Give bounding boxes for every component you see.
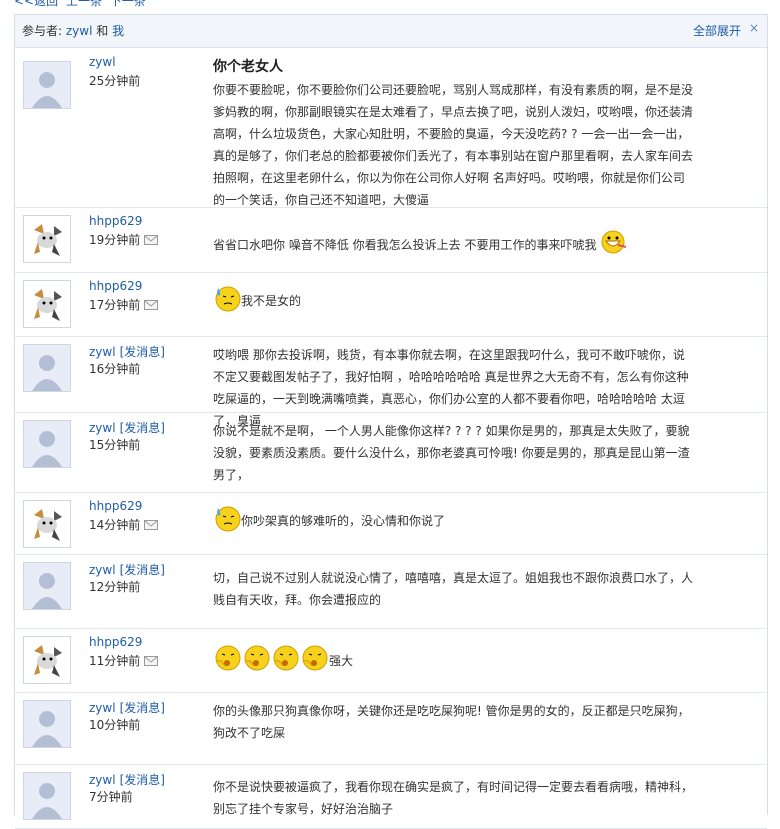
- envelope-icon[interactable]: [144, 519, 159, 533]
- dog-avatar-icon: [24, 637, 70, 683]
- message-text: 你说不是就不是啊， 一个人男人能像你这样? ? ? ? 如果你是男的，那真是太失…: [213, 424, 690, 482]
- message-username[interactable]: zywl [发消息]: [89, 699, 165, 716]
- participant-me-link[interactable]: 我: [112, 24, 124, 38]
- message-time: 10分钟前: [89, 718, 141, 732]
- message-content: 你说不是就不是啊， 一个人男人能像你这样? ? ? ? 如果你是男的，那真是太失…: [213, 420, 693, 486]
- close-icon[interactable]: ×: [749, 12, 759, 44]
- message-username[interactable]: zywl [发消息]: [89, 561, 165, 578]
- avatar-default[interactable]: [23, 562, 71, 610]
- message-username[interactable]: zywl [发消息]: [89, 771, 165, 788]
- envelope-icon[interactable]: [144, 234, 159, 248]
- message-item: zywl [发消息] 7分钟前 你不是说快要被逼疯了，我看你现在确实是疯了，有时间…: [15, 764, 767, 829]
- message-content: 你的头像那只狗真像你呀，关键你还是吃吃屎狗呢! 管你是男的女的，反正都是只吃屎狗…: [213, 700, 693, 744]
- participants: 参与者: zywl 和 我: [22, 15, 124, 47]
- message-time: 12分钟前: [89, 580, 141, 594]
- message-text: 切，自己说不过别人就说没心情了，嘻嘻嘻，真是太逗了。姐姐我也不跟你浪费口水了，人…: [213, 571, 694, 607]
- avatar-dog[interactable]: [23, 500, 71, 548]
- message-item: zywl [发消息] 12分钟前 切，自己说不过别人就说没心情了，嘻嘻嘻，真是太逗…: [15, 554, 767, 629]
- default-avatar-icon: [24, 62, 70, 108]
- avatar-dog[interactable]: [23, 636, 71, 684]
- conversation-header: 参与者: zywl 和 我 全部展开 ×: [15, 15, 767, 48]
- send-message-link[interactable]: [发消息]: [120, 421, 165, 435]
- envelope-icon[interactable]: [144, 299, 159, 313]
- send-message-link[interactable]: [发消息]: [120, 345, 165, 359]
- avatar-default[interactable]: [23, 344, 71, 392]
- message-username[interactable]: hhpp629: [89, 214, 142, 228]
- message-time: 17分钟前: [89, 296, 159, 313]
- next-link[interactable]: 下一条: [110, 0, 146, 8]
- message-time: 11分钟前: [89, 652, 159, 669]
- envelope-icon[interactable]: [144, 655, 159, 669]
- message-text: 强大: [329, 654, 354, 668]
- avatar-default[interactable]: [23, 61, 71, 109]
- conversation-panel: 参与者: zywl 和 我 全部展开 × zywl 25分钟前 你个老女人 你要…: [14, 14, 768, 829]
- prev-link[interactable]: 上一条: [66, 0, 102, 8]
- back-link[interactable]: <<返回: [14, 0, 58, 8]
- default-avatar-icon: [24, 421, 70, 467]
- message-text: 你吵架真的够难听的，没心情和你说了: [241, 514, 446, 528]
- message-title: 你个老女人: [213, 59, 283, 75]
- clap-emoticon-icon: [242, 644, 271, 679]
- message-content: 我不是女的: [213, 284, 693, 319]
- clap-emoticon-icon: [300, 644, 329, 679]
- message-text: 你的头像那只狗真像你呀，关键你还是吃吃屎狗呢! 管你是男的女的，反正都是只吃屎狗…: [213, 704, 690, 740]
- top-nav: <<返回 上一条 下一条: [14, 0, 150, 8]
- message-content: 你个老女人 你要不要脸呢，你不要脸你们公司还要脸呢，骂别人骂成那样，有没有素质的…: [213, 57, 693, 211]
- message-content: 省省口水吧你 噪音不降低 你看我怎么投诉上去 不要用工作的事来吓唬我: [213, 229, 693, 262]
- dog-avatar-icon: [24, 216, 70, 262]
- message-time: 14分钟前: [89, 516, 159, 533]
- participants-and: 和: [96, 24, 109, 38]
- avatar-dog[interactable]: [23, 280, 71, 328]
- message-item: hhpp629 19分钟前 省省口水吧你 噪音不降低 你看我怎么投诉上去 不要用…: [15, 207, 767, 273]
- avatar-default[interactable]: [23, 420, 71, 468]
- message-item: zywl 25分钟前 你个老女人 你要不要脸呢，你不要脸你们公司还要脸呢，骂别人…: [15, 47, 767, 208]
- message-text: 我不是女的: [241, 294, 302, 308]
- message-text: 省省口水吧你 噪音不降低 你看我怎么投诉上去 不要用工作的事来吓唬我: [213, 238, 597, 252]
- message-time: 25分钟前: [89, 74, 141, 88]
- message-time: 19分钟前: [89, 231, 159, 248]
- message-text: 你不是说快要被逼疯了，我看你现在确实是疯了，有时间记得一定要去看看病哦，精神科，…: [213, 780, 694, 816]
- message-time: 16分钟前: [89, 362, 141, 376]
- avatar-default[interactable]: [23, 700, 71, 748]
- message-item: zywl [发消息] 15分钟前 你说不是就不是啊， 一个人男人能像你这样? ? …: [15, 412, 767, 493]
- message-item: hhpp629 17分钟前 我不是女的: [15, 272, 767, 337]
- message-item: hhpp629 11分钟前 强大: [15, 628, 767, 693]
- default-avatar-icon: [24, 773, 70, 819]
- clap-emoticon-icon: [213, 644, 242, 679]
- send-message-link[interactable]: [发消息]: [120, 701, 165, 715]
- default-avatar-icon: [24, 563, 70, 609]
- message-username[interactable]: hhpp629: [89, 279, 142, 293]
- grin-emoticon-icon: [600, 229, 627, 262]
- message-username[interactable]: zywl [发消息]: [89, 419, 165, 436]
- message-username[interactable]: hhpp629: [89, 635, 142, 649]
- message-username[interactable]: zywl: [89, 55, 116, 69]
- message-username[interactable]: zywl [发消息]: [89, 343, 165, 360]
- message-text: 你要不要脸呢，你不要脸你们公司还要脸呢，骂别人骂成那样，有没有素质的啊，是不是没…: [213, 83, 694, 207]
- default-avatar-icon: [24, 345, 70, 391]
- message-item: zywl [发消息] 10分钟前 你的头像那只狗真像你呀，关键你还是吃吃屎狗呢! …: [15, 692, 767, 765]
- dog-avatar-icon: [24, 281, 70, 327]
- message-username[interactable]: hhpp629: [89, 499, 142, 513]
- message-content: 强大: [213, 644, 693, 679]
- avatar-dog[interactable]: [23, 215, 71, 263]
- participants-label: 参与者:: [22, 24, 63, 38]
- message-time: 7分钟前: [89, 790, 133, 804]
- message-content: 切，自己说不过别人就说没心情了，嘻嘻嘻，真是太逗了。姐姐我也不跟你浪费口水了，人…: [213, 567, 693, 611]
- send-message-link[interactable]: [发消息]: [120, 773, 165, 787]
- expand-all-button[interactable]: 全部展开: [693, 15, 741, 47]
- message-content: 你吵架真的够难听的，没心情和你说了: [213, 504, 693, 539]
- message-item: zywl [发消息] 16分钟前 哎哟喂 那你去投诉啊，贱货，有本事你就去啊，在这…: [15, 336, 767, 428]
- sweat-emoticon-icon: [213, 504, 241, 539]
- dog-avatar-icon: [24, 501, 70, 547]
- default-avatar-icon: [24, 701, 70, 747]
- message-item: hhpp629 14分钟前 你吵架真的够难听的，没心情和你说了: [15, 492, 767, 555]
- send-message-link[interactable]: [发消息]: [120, 563, 165, 577]
- avatar-default[interactable]: [23, 772, 71, 820]
- message-content: 你不是说快要被逼疯了，我看你现在确实是疯了，有时间记得一定要去看看病哦，精神科，…: [213, 776, 693, 820]
- participant-zywl-link[interactable]: zywl: [66, 24, 93, 38]
- message-time: 15分钟前: [89, 438, 141, 452]
- sweat-emoticon-icon: [213, 284, 241, 319]
- clap-emoticon-icon: [271, 644, 300, 679]
